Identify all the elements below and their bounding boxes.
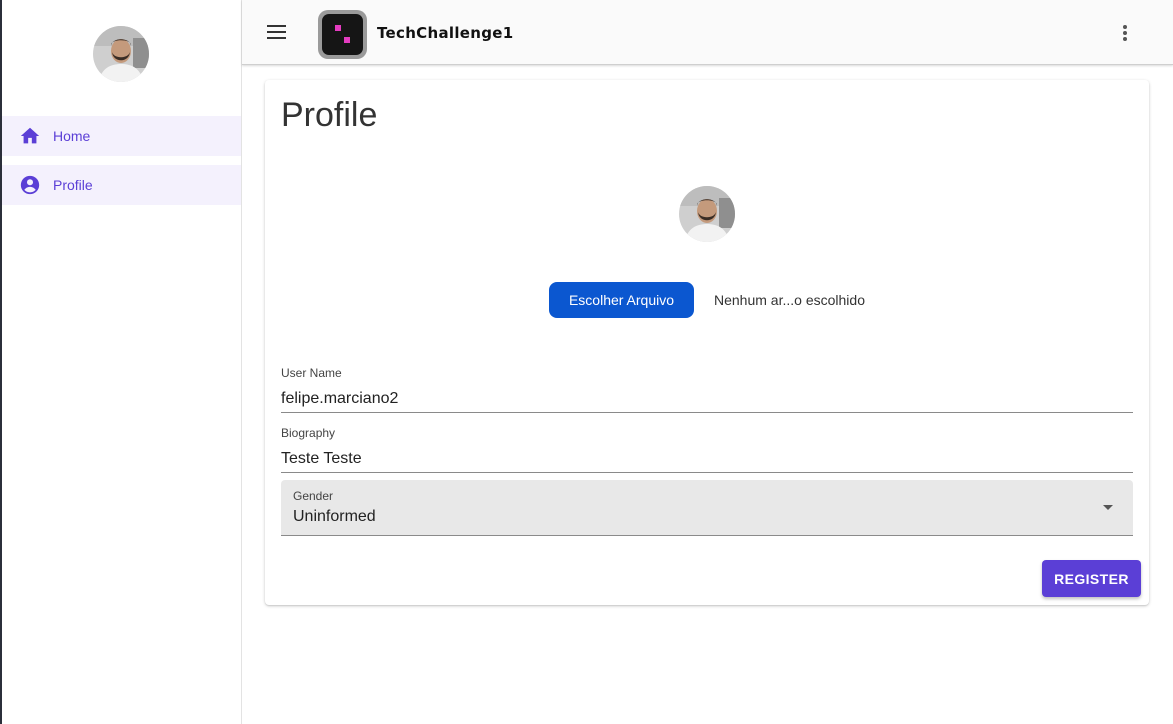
gender-value: Uninformed [293, 508, 376, 525]
register-button[interactable]: REGISTER [1042, 560, 1141, 597]
sidebar-item-label: Home [53, 128, 91, 144]
username-value[interactable]: felipe.marciano2 [281, 390, 398, 408]
biography-label: Biography [281, 426, 336, 440]
menu-button[interactable] [264, 20, 290, 44]
dropdown-arrow-icon [1103, 505, 1113, 510]
window-edge [0, 0, 2, 724]
profile-avatar [679, 186, 735, 242]
sidebar-item-home[interactable]: Home [2, 116, 241, 156]
file-status-text: Nenhum ar...o escolhido [714, 292, 865, 308]
user-avatar-photo-icon [93, 26, 149, 82]
username-label: User Name [281, 366, 342, 380]
user-avatar-photo-icon [679, 186, 735, 242]
app-root: Home Profile TechChallenge1 Profile Esco… [0, 0, 1173, 724]
sidebar-avatar[interactable] [93, 26, 149, 82]
sidebar-item-label: Profile [53, 177, 93, 193]
username-field[interactable]: User Name felipe.marciano2 [281, 366, 1133, 413]
home-icon [20, 127, 40, 144]
menu-icon [267, 25, 286, 27]
menu-icon-bar [267, 37, 286, 39]
sidebar: Home Profile [0, 0, 242, 724]
account-circle-icon [20, 175, 40, 195]
logo-icon [322, 14, 363, 55]
top-app-bar: TechChallenge1 [242, 0, 1173, 65]
menu-icon-bar [267, 31, 286, 33]
app-title: TechChallenge1 [377, 24, 514, 42]
more-vert-icon-dot [1123, 31, 1127, 35]
more-vert-icon-dot [1123, 37, 1127, 41]
more-vert-icon [1123, 25, 1127, 29]
gender-select[interactable]: Gender Uninformed [281, 480, 1133, 536]
biography-value[interactable]: Teste Teste [281, 450, 362, 468]
profile-card: Profile Escolher Arquivo Nenhum ar...o e… [265, 80, 1149, 605]
biography-field[interactable]: Biography Teste Teste [281, 426, 1133, 473]
gender-label: Gender [293, 489, 334, 503]
choose-file-button[interactable]: Escolher Arquivo [549, 282, 694, 318]
more-options-button[interactable] [1116, 22, 1134, 44]
page-title: Profile [281, 96, 378, 134]
sidebar-item-profile[interactable]: Profile [2, 165, 241, 205]
app-logo [318, 10, 367, 59]
